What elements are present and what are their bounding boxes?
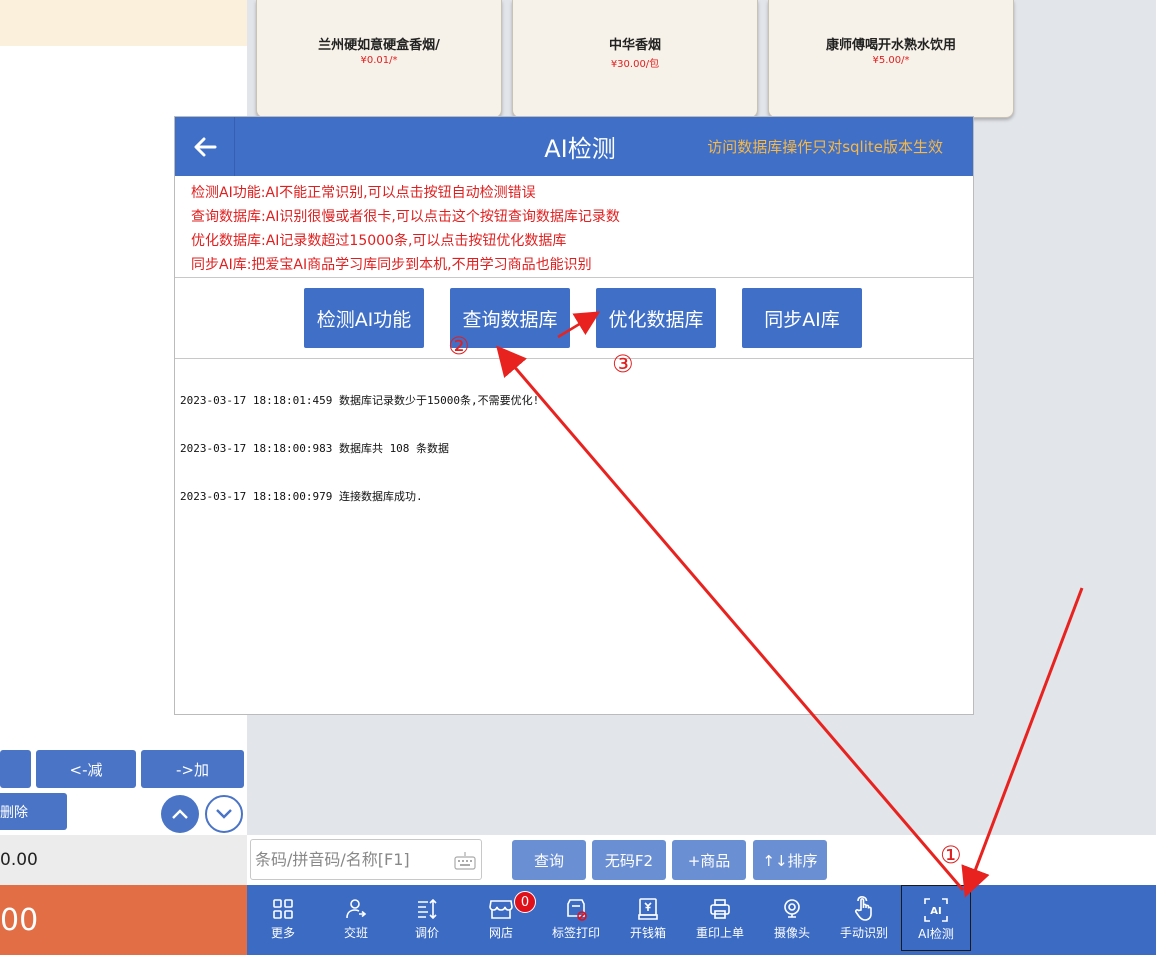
description-line: 检测AI功能:AI不能正常识别,可以点击按钮自动检测错误 xyxy=(191,185,536,201)
grid-icon xyxy=(270,896,296,922)
sqlite-warning: 访问数据库操作只对sqlite版本生效 xyxy=(707,138,943,156)
product-card[interactable]: 康师傅喝开水熟水饮用 ¥5.00/* xyxy=(768,0,1014,118)
query-button[interactable]: 查询 xyxy=(512,840,586,880)
search-box[interactable] xyxy=(250,839,482,880)
cash-drawer-icon xyxy=(635,896,661,922)
optimize-database-button[interactable]: 优化数据库 xyxy=(596,288,716,348)
product-price: ¥30.00/包 xyxy=(610,59,660,70)
log-line: 2023-03-17 18:18:00:979 连接数据库成功. xyxy=(180,490,423,503)
product-name: 中华香烟 xyxy=(608,38,661,53)
toolbar-label: AI检测 xyxy=(918,927,954,941)
tag-print-icon xyxy=(563,896,589,922)
toolbar-label: 重印上单 xyxy=(695,926,744,940)
user-switch-icon xyxy=(343,896,369,922)
divider xyxy=(175,277,973,278)
log-output: 2023-03-17 18:18:01:459 数据库记录数少于15000条,不… xyxy=(180,361,539,537)
hand-pointer-icon xyxy=(851,896,877,922)
printer-icon xyxy=(707,896,733,922)
cart-header-strip xyxy=(0,0,247,46)
pay-amount: 00 xyxy=(0,902,39,938)
product-name: 兰州硬如意硬盒香烟/ xyxy=(318,38,440,53)
decrease-button[interactable]: <-减 xyxy=(36,750,136,788)
log-line: 2023-03-17 18:18:01:459 数据库记录数少于15000条,不… xyxy=(180,394,540,407)
back-button[interactable] xyxy=(175,117,235,176)
toolbar-label-print[interactable]: 标签打印 xyxy=(545,885,607,951)
qty-button-partial[interactable] xyxy=(0,750,31,788)
toolbar-label: 网店 xyxy=(488,926,513,940)
detect-ai-button[interactable]: 检测AI功能 xyxy=(304,288,424,348)
search-input[interactable] xyxy=(255,850,451,869)
toolbar-camera[interactable]: 摄像头 xyxy=(763,885,821,951)
toolbar-label: 调价 xyxy=(414,926,439,940)
step-2-marker: ② xyxy=(448,332,470,360)
store-icon xyxy=(488,896,514,922)
step-3-marker: ③ xyxy=(612,350,634,378)
toolbar-label: 标签打印 xyxy=(551,926,600,940)
scroll-down-button[interactable] xyxy=(205,795,243,833)
svg-text:AI: AI xyxy=(930,906,941,917)
product-price: ¥0.01/* xyxy=(360,55,398,66)
description-line: 优化数据库:AI记录数超过15000条,可以点击按钮优化数据库 xyxy=(191,233,567,249)
toolbar-price-adjust[interactable]: 调价 xyxy=(398,885,456,951)
ai-detect-dialog: AI检测 访问数据库操作只对sqlite版本生效 检测AI功能:AI不能正常识别… xyxy=(174,116,974,715)
toolbar-more[interactable]: 更多 xyxy=(254,885,312,951)
product-card[interactable]: 兰州硬如意硬盒香烟/ ¥0.01/* xyxy=(256,0,502,118)
toolbar-label: 开钱箱 xyxy=(629,926,666,940)
toolbar-label: 摄像头 xyxy=(773,926,810,940)
pay-amount-button[interactable]: 00 xyxy=(0,885,247,955)
chevron-down-icon xyxy=(216,809,232,819)
increase-button[interactable]: ->加 xyxy=(141,750,244,788)
online-store-badge: 0 xyxy=(514,891,536,913)
dialog-header: AI检测 访问数据库操作只对sqlite版本生效 xyxy=(175,117,973,176)
divider xyxy=(175,358,973,359)
arrow-left-icon xyxy=(194,137,216,156)
toolbar-ai-detect[interactable]: AI AI检测 xyxy=(901,885,971,951)
step-1-marker: ① xyxy=(940,841,962,869)
webcam-icon xyxy=(779,896,805,922)
delete-button[interactable]: 删除 xyxy=(0,793,67,830)
toolbar-label: 手动识别 xyxy=(839,926,888,940)
total-amount: 0.00 xyxy=(0,835,247,885)
chevron-up-icon xyxy=(172,809,188,819)
product-price: ¥5.00/* xyxy=(872,55,910,66)
scroll-up-button[interactable] xyxy=(161,795,199,833)
toolbar-label: 交班 xyxy=(343,926,368,940)
add-product-button[interactable]: +商品 xyxy=(672,840,746,880)
description-line: 查询数据库:AI识别很慢或者很卡,可以点击这个按钮查询数据库记录数 xyxy=(191,209,620,225)
toolbar-shift[interactable]: 交班 xyxy=(327,885,385,951)
toolbar-reprint[interactable]: 重印上单 xyxy=(690,885,750,951)
keyboard-icon[interactable] xyxy=(454,851,476,871)
toolbar-cash-drawer[interactable]: 开钱箱 xyxy=(619,885,677,951)
description-list: 检测AI功能:AI不能正常识别,可以点击按钮自动检测错误 查询数据库:AI识别很… xyxy=(191,181,620,277)
sort-lines-icon xyxy=(414,896,440,922)
sort-button[interactable]: ↑↓排序 xyxy=(753,840,827,880)
product-name: 康师傅喝开水熟水饮用 xyxy=(825,38,956,53)
ai-scan-icon: AI xyxy=(923,897,949,923)
toolbar-manual-recognize[interactable]: 手动识别 xyxy=(833,885,895,951)
sync-ai-library-button[interactable]: 同步AI库 xyxy=(742,288,862,348)
no-code-button[interactable]: 无码F2 xyxy=(592,840,666,880)
description-line: 同步AI库:把爱宝AI商品学习库同步到本机,不用学习商品也能识别 xyxy=(191,257,592,273)
product-card[interactable]: 中华香烟 ¥30.00/包 xyxy=(512,0,758,118)
log-line: 2023-03-17 18:18:00:983 数据库共 108 条数据 xyxy=(180,442,450,455)
toolbar-label: 更多 xyxy=(270,926,295,940)
